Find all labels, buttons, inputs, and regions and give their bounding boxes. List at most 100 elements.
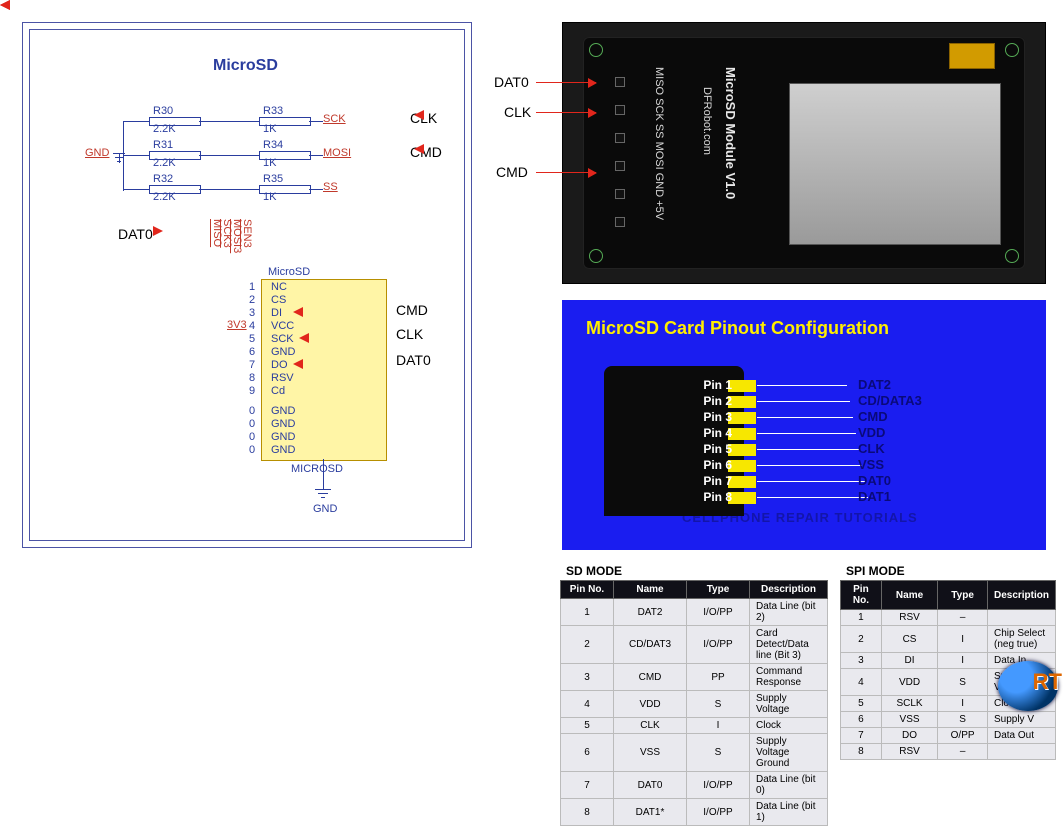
pin1: NC	[271, 281, 287, 293]
schematic-panel: MicroSD R30 2.2K R31 2.2K R32 2.2K R33 1…	[22, 22, 472, 548]
table-row: 2CSIChip Select (neg true)	[841, 626, 1056, 653]
module-brand: DFRobot.com	[701, 87, 713, 155]
table-row: 7DOO/PPData Out	[841, 728, 1056, 744]
ann-cmd-di: CMD	[396, 302, 428, 318]
gnd-left-label: GND	[85, 147, 109, 159]
table-row: 6VSSSSupply Voltage Ground	[561, 734, 828, 772]
chip-footer: MICROSD	[291, 463, 343, 475]
pgnd0: GND	[271, 405, 295, 417]
sig-mosi: MOSI	[323, 147, 351, 159]
pinout-wire	[757, 497, 868, 498]
pin7: DO	[271, 359, 288, 371]
mod-cmd-line	[536, 172, 596, 173]
pin6-num: 6	[249, 346, 255, 358]
table-row: 7DAT0I/O/PPData Line (bit 0)	[561, 772, 828, 799]
pin5-num: 5	[249, 333, 255, 345]
arrow-do	[289, 359, 319, 369]
hdr-pin	[615, 217, 625, 227]
pin4-num: 4	[249, 320, 255, 332]
pinout-wire	[757, 465, 862, 466]
table-row: 4VDDSSupply Voltage	[561, 691, 828, 718]
table-row: 3CMDPPCommand Response	[561, 664, 828, 691]
pin1-num: 1	[249, 281, 255, 293]
sd-mode-table: SD MODE Pin No.NameTypeDescription1DAT2I…	[560, 562, 828, 826]
pinout-title: MicroSD Card Pinout Configuration	[586, 318, 889, 339]
tutorial-logo-icon	[998, 661, 1058, 711]
r32-ref: R32	[153, 173, 173, 185]
pin9: Cd	[271, 385, 285, 397]
pinout-func-label: DAT0	[858, 473, 891, 488]
table-header: Type	[938, 581, 988, 610]
module-title: MicroSD Module V1.0	[723, 67, 738, 199]
pin7-num: 7	[249, 359, 255, 371]
pinout-func-label: DAT1	[858, 489, 891, 504]
table-header: Name	[614, 581, 687, 599]
net-sen3: SEN3	[241, 219, 253, 248]
pin4: VCC	[271, 320, 294, 332]
pinout-func-label: CD/DATA3	[858, 393, 922, 408]
sd-mode-title: SD MODE	[560, 562, 828, 580]
table-row: 1RSV–	[841, 610, 1056, 626]
mod-dat0: DAT0	[494, 74, 529, 90]
arrow-di	[289, 307, 319, 317]
pin5: SCK	[271, 333, 294, 345]
ann-clk-top: CLK	[410, 110, 437, 126]
pinout-pin-label: Pin 2	[682, 394, 732, 408]
pgnd1: GND	[271, 418, 295, 430]
table-row: 5CLKIClock	[561, 718, 828, 734]
pinout-pin-label: Pin 7	[682, 474, 732, 488]
arrow-clk-icon	[410, 110, 438, 120]
arrow-sck	[295, 333, 325, 343]
pinout-func-label: CLK	[858, 441, 885, 456]
pin2: CS	[271, 294, 286, 306]
table-header: Description	[750, 581, 828, 599]
pinout-func-label: DAT2	[858, 377, 891, 392]
pin3: DI	[271, 307, 282, 319]
mod-cmd: CMD	[496, 164, 528, 180]
table-header: Type	[687, 581, 750, 599]
pgnd3-num: 0	[249, 444, 255, 456]
pinout-wire	[757, 449, 859, 450]
pinout-func-label: VSS	[858, 457, 884, 472]
r33-ref: R33	[263, 105, 283, 117]
table-header: Name	[881, 581, 937, 610]
pinout-wire	[757, 401, 850, 402]
pin2-num: 2	[249, 294, 255, 306]
ann-dat0-do: DAT0	[396, 352, 431, 368]
module-pin-labels: MISO SCK SS MOSI GND +5V	[653, 67, 665, 220]
pgnd2: GND	[271, 431, 295, 443]
chip-title: MicroSD	[268, 266, 310, 278]
schematic-title: MicroSD	[213, 57, 278, 75]
pinout-pin-label: Pin 4	[682, 426, 732, 440]
sig-ss: SS	[323, 181, 338, 193]
pinout-func-label: VDD	[858, 425, 885, 440]
hdr-pin	[615, 189, 625, 199]
hdr-pin	[615, 77, 625, 87]
pinout-wire	[757, 481, 865, 482]
hdr-pin	[615, 105, 625, 115]
spi-mode-title: SPI MODE	[840, 562, 1056, 580]
gnd-bot-label: GND	[313, 503, 337, 515]
pinout-pin-label: Pin 8	[682, 490, 732, 504]
mod-clk-line	[536, 112, 596, 113]
tantalum-cap	[949, 43, 995, 69]
table-row: 2CD/DAT3I/O/PPCard Detect/Data line (Bit…	[561, 626, 828, 664]
table-row: 8DAT1*I/O/PPData Line (bit 1)	[561, 799, 828, 826]
pinout-pin-label: Pin 6	[682, 458, 732, 472]
table-row: 8RSV–	[841, 744, 1056, 760]
pinout-panel: MicroSD Card Pinout Configuration CELLPH…	[562, 300, 1046, 550]
pin9-num: 9	[249, 385, 255, 397]
table-row: 1DAT2I/O/PPData Line (bit 2)	[561, 599, 828, 626]
pinout-pin-label: Pin 1	[682, 378, 732, 392]
pinout-wire	[757, 417, 853, 418]
mod-dat0-line	[536, 82, 596, 83]
pinout-func-label: CMD	[858, 409, 888, 424]
pgnd3: GND	[271, 444, 295, 456]
r31-ref: R31	[153, 139, 173, 151]
arrow-dat0-icon	[153, 226, 181, 236]
module-photo: MicroSD Module V1.0 DFRobot.com MISO SCK…	[562, 22, 1046, 284]
sd-slot-icon	[789, 83, 1001, 245]
pin8: RSV	[271, 372, 294, 384]
v33-label: 3V3	[227, 319, 247, 331]
ann-cmd-top: CMD	[410, 144, 442, 160]
